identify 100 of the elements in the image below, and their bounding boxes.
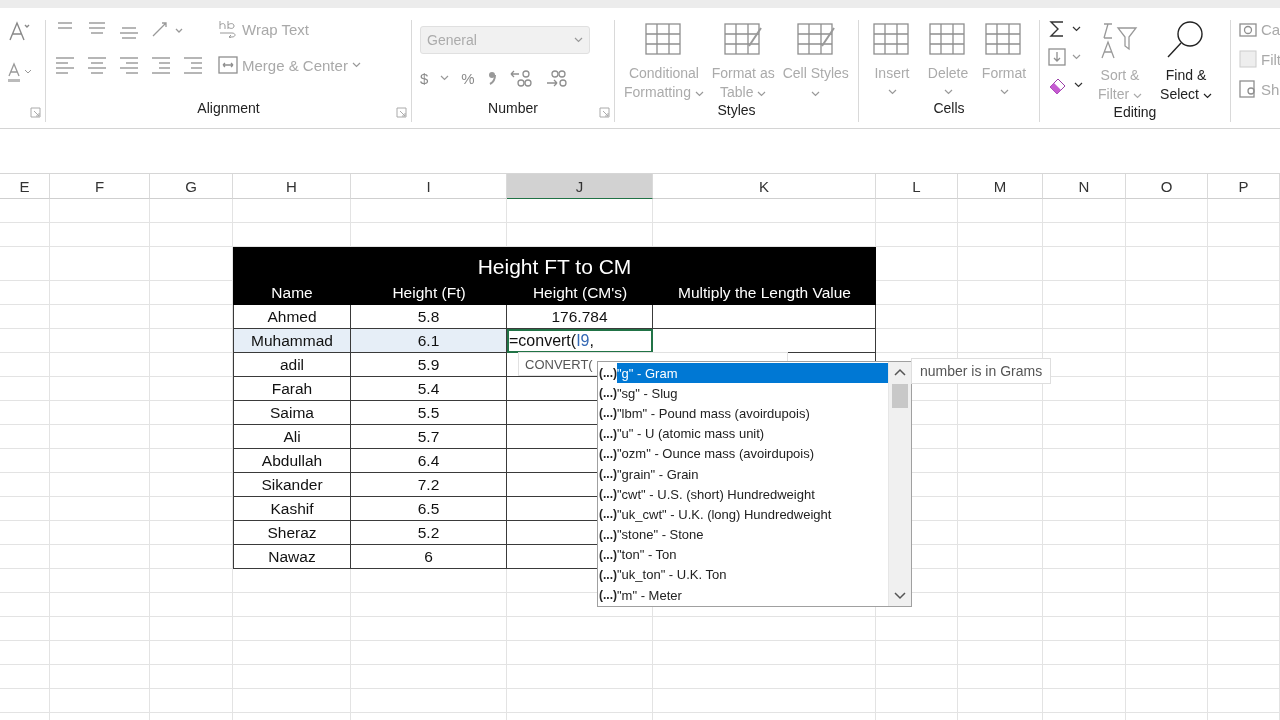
scroll-down-icon[interactable] bbox=[894, 592, 906, 600]
caret-icon bbox=[1072, 26, 1081, 32]
ribbon-command[interactable]: Find & Select bbox=[1157, 20, 1215, 104]
table-cell: 6.1 bbox=[351, 329, 507, 353]
autocomplete-item[interactable]: (...)"ozm" - Ounce mass (avoirdupois) bbox=[598, 443, 888, 464]
table-cell: Sheraz bbox=[233, 521, 351, 545]
autocomplete-item[interactable]: (...)"uk_cwt" - U.K. (long) Hundredweight bbox=[598, 504, 888, 525]
table-cell: 5.7 bbox=[351, 425, 507, 449]
autocomplete-item[interactable]: (...)"uk_ton" - U.K. Ton bbox=[598, 564, 888, 586]
caret-icon bbox=[440, 75, 450, 81]
scroll-up-icon[interactable] bbox=[894, 368, 906, 376]
format-cells-icon bbox=[984, 20, 1024, 58]
caret-icon bbox=[999, 89, 1009, 95]
table-header: Height (CM's) bbox=[507, 281, 653, 305]
table-header: Height (Ft) bbox=[351, 281, 507, 305]
dialog-launcher-icon[interactable] bbox=[30, 107, 41, 118]
caret-icon bbox=[574, 37, 583, 43]
caret-icon bbox=[1072, 54, 1081, 60]
table-header: Multiply the Length Value bbox=[653, 281, 876, 305]
column-header[interactable]: N bbox=[1043, 174, 1126, 199]
table-cell: adil bbox=[233, 353, 351, 377]
column-header[interactable]: J bbox=[507, 174, 653, 199]
table-cell: 6.5 bbox=[351, 497, 507, 521]
eraser-icon[interactable] bbox=[1048, 76, 1068, 94]
caret-icon bbox=[1074, 82, 1083, 88]
align-left-icon[interactable] bbox=[54, 56, 76, 74]
dialog-launcher-icon[interactable] bbox=[396, 107, 407, 118]
column-header[interactable]: K bbox=[653, 174, 876, 199]
table-cell: Saima bbox=[233, 401, 351, 425]
align-center-icon[interactable] bbox=[86, 56, 108, 74]
table-cell: 5.8 bbox=[351, 305, 507, 329]
increase-indent-icon[interactable] bbox=[182, 56, 204, 74]
conditional-formatting-icon bbox=[643, 20, 684, 58]
column-header[interactable]: M bbox=[958, 174, 1043, 199]
caret-icon bbox=[351, 62, 361, 68]
autocomplete-item[interactable]: (...)"sg" - Slug bbox=[598, 383, 888, 404]
camera-icon bbox=[1239, 20, 1257, 38]
cell-styles-icon bbox=[795, 20, 836, 58]
group-label: Editing bbox=[1112, 104, 1158, 122]
autocomplete-item[interactable]: (...)"m" - Meter bbox=[598, 585, 888, 606]
column-header[interactable]: O bbox=[1126, 174, 1208, 199]
table-cell: 5.4 bbox=[351, 377, 507, 401]
table-cell: 6.4 bbox=[351, 449, 507, 473]
sort-filter-icon bbox=[1100, 20, 1140, 60]
table-cell: 176.784 bbox=[507, 305, 653, 329]
table-cell: Sikander bbox=[233, 473, 351, 497]
comma-style-icon[interactable] bbox=[486, 70, 497, 86]
group-label: Styles bbox=[716, 102, 757, 120]
decrease-decimal-icon[interactable] bbox=[544, 68, 569, 88]
table-header: Name bbox=[233, 281, 351, 305]
table-cell: Ali bbox=[233, 425, 351, 449]
table-brush-icon bbox=[723, 20, 764, 58]
column-header[interactable]: F bbox=[50, 174, 150, 199]
fill-down-icon[interactable] bbox=[1048, 48, 1066, 66]
search-icon bbox=[1166, 20, 1206, 60]
autocomplete-item[interactable]: (...)"lbm" - Pound mass (avoirdupois) bbox=[598, 403, 888, 424]
caret-icon bbox=[887, 89, 897, 95]
increase-decimal-icon[interactable] bbox=[508, 68, 533, 88]
sheet-view-icon bbox=[1239, 80, 1257, 98]
table-cell: Nawaz bbox=[233, 545, 351, 569]
scroll-thumb[interactable] bbox=[892, 384, 908, 408]
group-label: Number bbox=[487, 100, 539, 118]
column-header[interactable]: I bbox=[351, 174, 507, 199]
table-cell: 5.2 bbox=[351, 521, 507, 545]
autocomplete-item[interactable]: (...)"cwt" - U.S. (short) Hundredweight bbox=[598, 484, 888, 505]
table-cell: 7.2 bbox=[351, 473, 507, 497]
table-cell: 5.9 bbox=[351, 353, 507, 377]
argument-hint: number is in Grams bbox=[911, 358, 1052, 384]
autocomplete-item[interactable]: (...)"stone" - Stone bbox=[598, 524, 888, 545]
insert-cells-icon bbox=[872, 20, 912, 58]
autocomplete-item[interactable]: (...)"ton" - Ton bbox=[598, 544, 888, 565]
dialog-launcher-icon[interactable] bbox=[599, 107, 610, 118]
column-header[interactable]: P bbox=[1208, 174, 1280, 199]
table-cell: 5.5 bbox=[351, 401, 507, 425]
column-header[interactable]: G bbox=[150, 174, 233, 199]
wrap-text-icon bbox=[218, 20, 238, 38]
column-header[interactable]: L bbox=[876, 174, 958, 199]
caret-icon bbox=[757, 91, 767, 97]
scrollbar[interactable] bbox=[888, 362, 911, 606]
delete-cells-icon bbox=[928, 20, 968, 58]
formula-input-cell[interactable]: =convert(I9, bbox=[507, 329, 653, 353]
decrease-indent-icon[interactable] bbox=[150, 56, 172, 74]
group-label: Alignment bbox=[196, 100, 261, 118]
caret-icon bbox=[694, 91, 704, 97]
table-cell: Muhammad bbox=[233, 329, 351, 353]
sum-icon[interactable] bbox=[1048, 20, 1066, 38]
checkbox-icon bbox=[1239, 50, 1257, 68]
table-cell: 6 bbox=[351, 545, 507, 569]
currency-button[interactable]: $ bbox=[420, 69, 429, 87]
align-right-icon[interactable] bbox=[118, 56, 140, 74]
caret-icon bbox=[943, 89, 953, 95]
column-header[interactable]: E bbox=[0, 174, 50, 199]
table-title: Height FT to CM bbox=[233, 247, 876, 281]
column-header[interactable]: H bbox=[233, 174, 351, 199]
table-cell: Ahmed bbox=[233, 305, 351, 329]
autocomplete-item[interactable]: (...)"grain" - Grain bbox=[598, 463, 888, 485]
percent-button[interactable]: % bbox=[461, 69, 475, 87]
caret-icon bbox=[811, 91, 821, 97]
autocomplete-item[interactable]: (...)"u" - U (atomic mass unit) bbox=[598, 423, 888, 444]
font-color-icon[interactable] bbox=[8, 62, 34, 84]
